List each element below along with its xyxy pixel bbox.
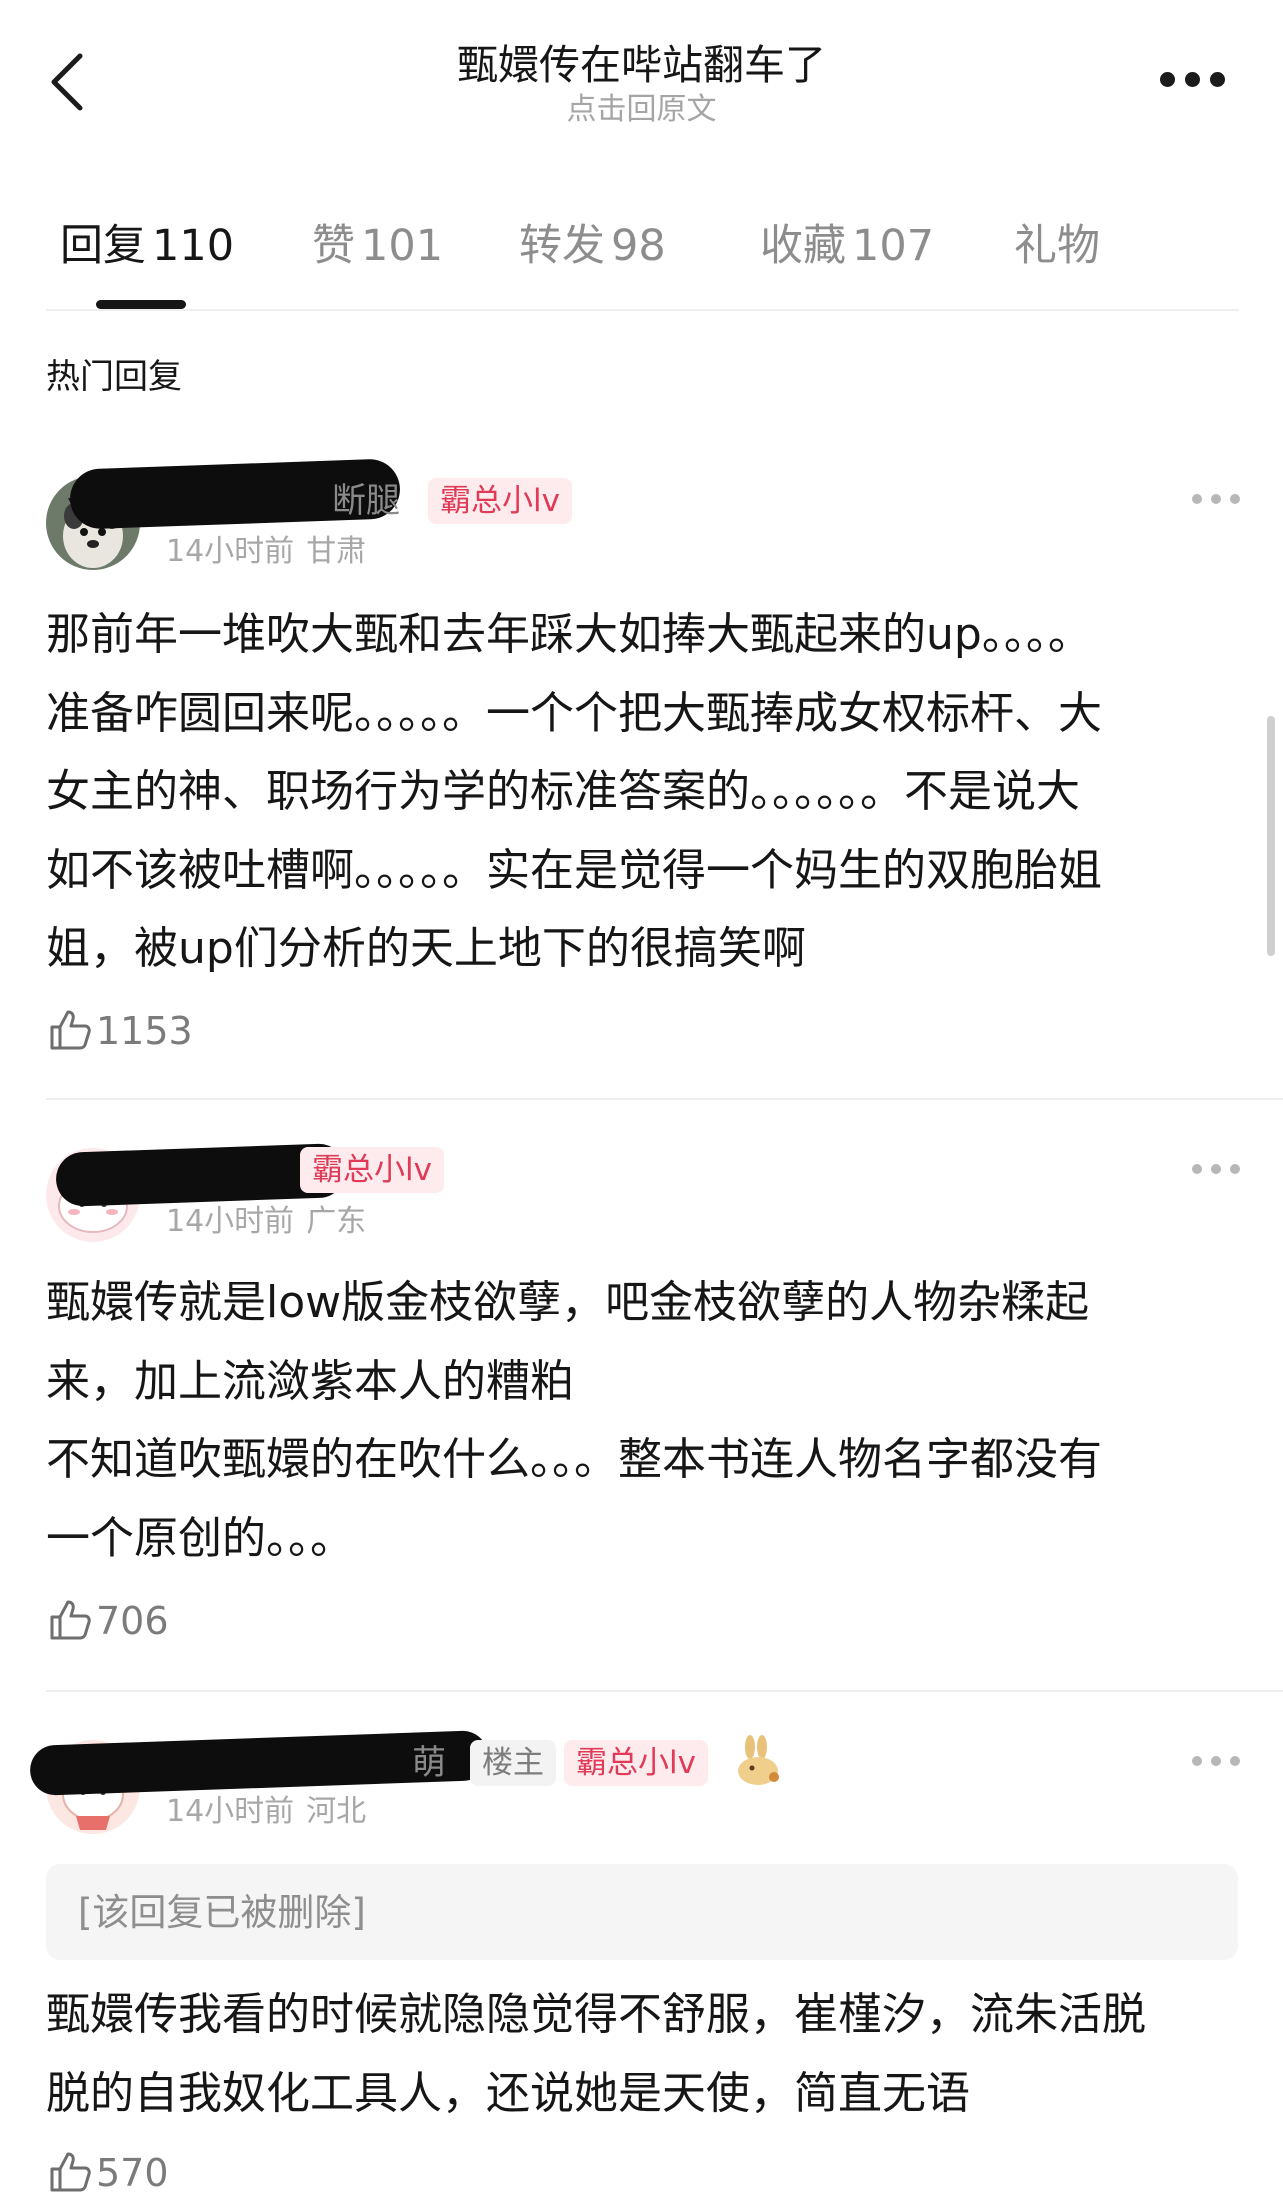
comment-meta: 14小时前 广东 — [166, 1204, 366, 1240]
comment-location: 河北 — [306, 1794, 367, 1829]
comment-location: 广东 — [306, 1204, 367, 1239]
thumbs-up-icon — [50, 1600, 91, 1640]
tabs-divider — [46, 309, 1239, 311]
thumbs-up-icon — [50, 2152, 91, 2192]
comment-more-icon[interactable] — [1192, 1164, 1240, 1176]
comment-meta: 14小时前 甘肃 — [166, 534, 366, 570]
rabbit-emoji-icon — [738, 1735, 779, 1785]
section-title-hot-replies: 热门回复 — [46, 357, 182, 397]
comment-content: 那前年一堆吹大甄和去年踩大如捧大甄起来的up。。。。 准备咋圆回来呢。。。。。一… — [46, 609, 1102, 974]
comment-content: 甄嬛传就是low版金枝欲孽，吧金枝欲孽的人物杂糅起 来，加上流潋紫本人的糟粕 不… — [46, 1277, 1102, 1564]
tab-reposts[interactable]: 转发 98 — [519, 220, 666, 272]
username[interactable]: 断腿 — [332, 481, 400, 521]
comment-content: 甄嬛传我看的时候就隐隐觉得不舒服，崔槿汐，流朱活脱 脱的自我奴化工具人，还说她是… — [46, 1989, 1146, 2119]
tab-count: 110 — [152, 221, 235, 271]
owner-badge: 楼主 — [470, 1740, 556, 1786]
vip-badge: 霸总小lv — [300, 1147, 444, 1193]
like-button[interactable]: 570 — [48, 2150, 169, 2195]
tab-favorites[interactable]: 收藏 107 — [760, 220, 934, 272]
active-tab-indicator — [96, 300, 186, 309]
tab-label: 礼物 — [1014, 221, 1100, 271]
comment-more-icon[interactable] — [1192, 1756, 1240, 1768]
tab-label: 回复 — [60, 221, 146, 271]
like-button[interactable]: 1153 — [48, 1008, 193, 1053]
more-dots-icon[interactable] — [1160, 72, 1226, 88]
vip-badge: 霸总小lv — [564, 1740, 708, 1786]
like-count: 1153 — [96, 1009, 193, 1053]
tab-replies[interactable]: 回复 110 — [60, 220, 234, 272]
comment-location: 甘肃 — [306, 534, 367, 569]
like-button[interactable]: 706 — [48, 1598, 169, 1643]
username[interactable]: 萌 — [412, 1743, 446, 1783]
tab-likes[interactable]: 赞 101 — [312, 220, 443, 272]
comment-time: 14小时前 — [166, 534, 295, 569]
tab-gifts[interactable]: 礼物 — [1014, 220, 1100, 272]
comment-meta: 14小时前 河北 — [166, 1794, 366, 1830]
comment-time: 14小时前 — [166, 1204, 295, 1239]
back-to-original-link[interactable]: 点击回原文 — [0, 92, 1283, 128]
vip-badge: 霸总小lv — [428, 478, 572, 524]
comment-divider — [46, 1098, 1283, 1100]
deleted-reply-text: [该回复已被删除] — [78, 1891, 366, 1934]
tab-label: 转发 — [519, 221, 605, 271]
tab-count: 107 — [852, 221, 935, 271]
comment-divider — [46, 1690, 1283, 1692]
tab-count: 101 — [361, 221, 444, 271]
quoted-reply: [该回复已被删除] — [46, 1864, 1238, 1960]
like-count: 570 — [96, 2151, 169, 2195]
tab-label: 收藏 — [760, 221, 846, 271]
comment-time: 14小时前 — [166, 1794, 295, 1829]
scrollbar[interactable] — [1267, 716, 1275, 956]
tab-count: 98 — [611, 221, 666, 271]
comment-more-icon[interactable] — [1192, 494, 1240, 506]
page-title: 甄嬛传在哔站翻车了 — [457, 41, 826, 89]
like-count: 706 — [96, 1599, 169, 1643]
tab-label: 赞 — [312, 221, 355, 271]
thumbs-up-icon — [50, 1010, 91, 1050]
